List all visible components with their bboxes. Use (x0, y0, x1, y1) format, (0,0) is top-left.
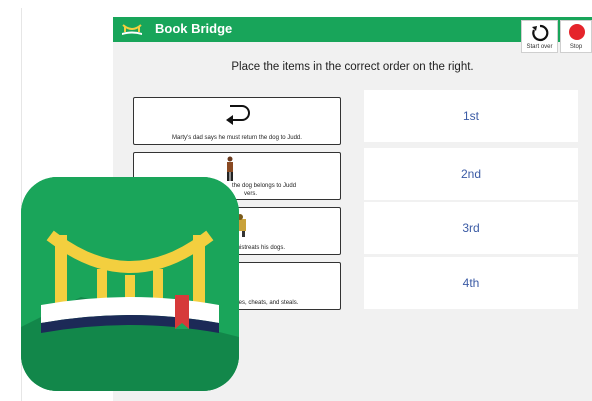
restart-icon (532, 24, 549, 42)
order-slot-2nd[interactable]: 2nd (364, 148, 578, 200)
app-icon-graphic (21, 177, 239, 391)
order-slot-4th[interactable]: 4th (364, 257, 578, 309)
order-slot-1st[interactable]: 1st (364, 90, 578, 142)
instruction-text: Place the items in the correct order on … (231, 61, 474, 73)
book-bridge-app-icon (21, 177, 239, 391)
book-bridge-logo-icon (122, 24, 142, 35)
return-arrow-icon (226, 105, 250, 125)
event-card[interactable]: Marty's dad says he must return the dog … (133, 97, 341, 145)
stop-icon (569, 24, 585, 40)
card-caption: lies, cheats, and steals. (236, 300, 299, 306)
order-slot-3rd[interactable]: 3rd (364, 202, 578, 254)
app-title: Book Bridge (155, 21, 233, 36)
person-figure-icon (227, 156, 233, 181)
start-over-label: Start over (526, 44, 553, 50)
stop-label: Stop (569, 44, 583, 50)
card-caption: the dog belongs to Judd (232, 183, 297, 189)
start-over-button[interactable]: Start over (521, 20, 558, 53)
stop-button[interactable]: Stop (560, 20, 592, 53)
card-caption-line2: vers. (244, 191, 258, 197)
card-caption: Marty's dad says he must return the dog … (172, 135, 302, 141)
